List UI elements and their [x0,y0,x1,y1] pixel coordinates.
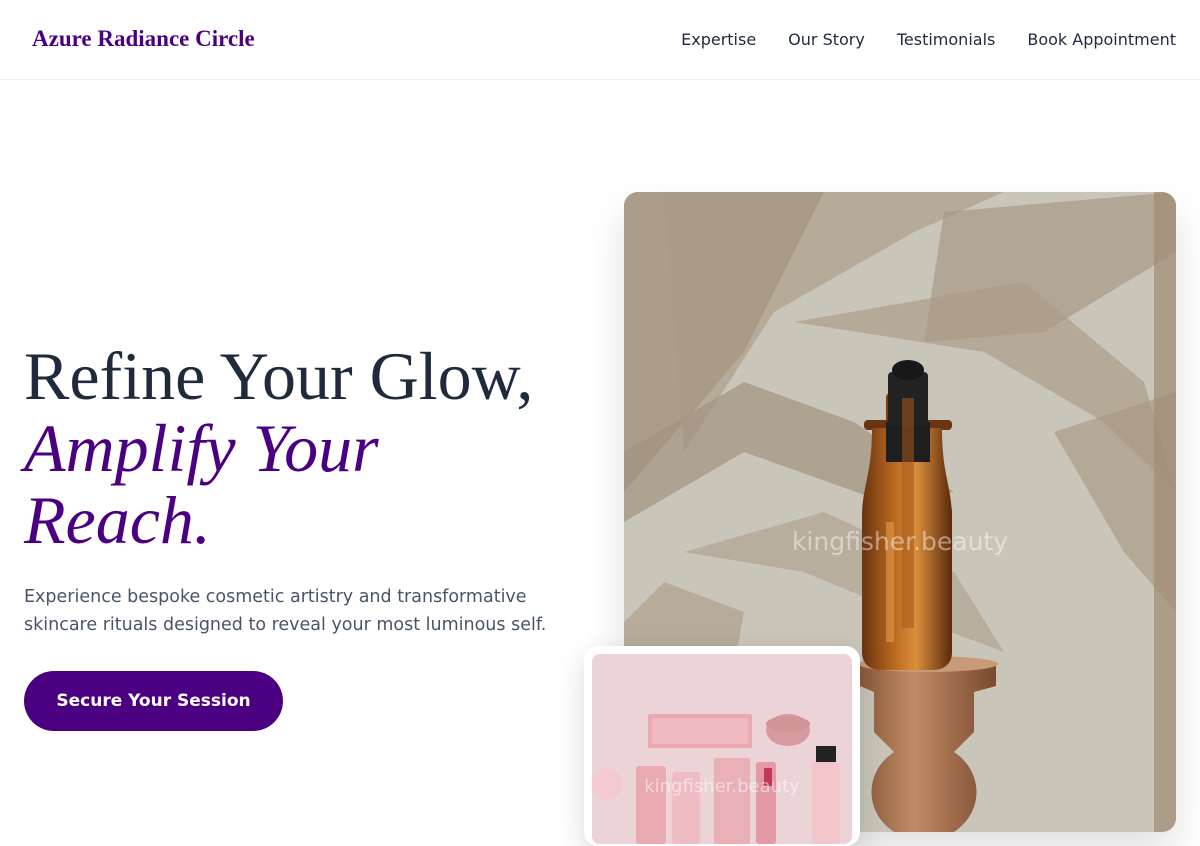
secure-session-button[interactable]: Secure Your Session [24,671,283,731]
nav-item-book-appointment[interactable]: Book Appointment [1027,30,1176,49]
thumbnail-watermark: kingfisher.beauty [644,776,800,797]
product-thumbnail-card: kingfisher.beauty [584,646,860,846]
brand-logo[interactable]: Azure Radiance Circle [32,26,255,52]
main-nav: Expertise Our Story Testimonials Book Ap… [681,30,1176,49]
hero-title-line-1: Refine Your Glow, [24,338,534,414]
site-header: Azure Radiance Circle Expertise Our Stor… [0,0,1200,80]
nav-item-testimonials[interactable]: Testimonials [897,30,996,49]
nav-item-our-story[interactable]: Our Story [788,30,865,49]
cosmetic-set-illustration [592,654,852,844]
hero-title: Refine Your Glow, Amplify Your Reach. [24,340,533,556]
nav-item-expertise[interactable]: Expertise [681,30,756,49]
hero-title-line-2: Amplify Your [24,410,379,486]
image-watermark: kingfisher.beauty [791,527,1009,556]
hero-title-line-3: Reach. [24,482,211,558]
product-set-image: kingfisher.beauty [592,654,852,844]
hero-subtitle: Experience bespoke cosmetic artistry and… [24,587,547,635]
